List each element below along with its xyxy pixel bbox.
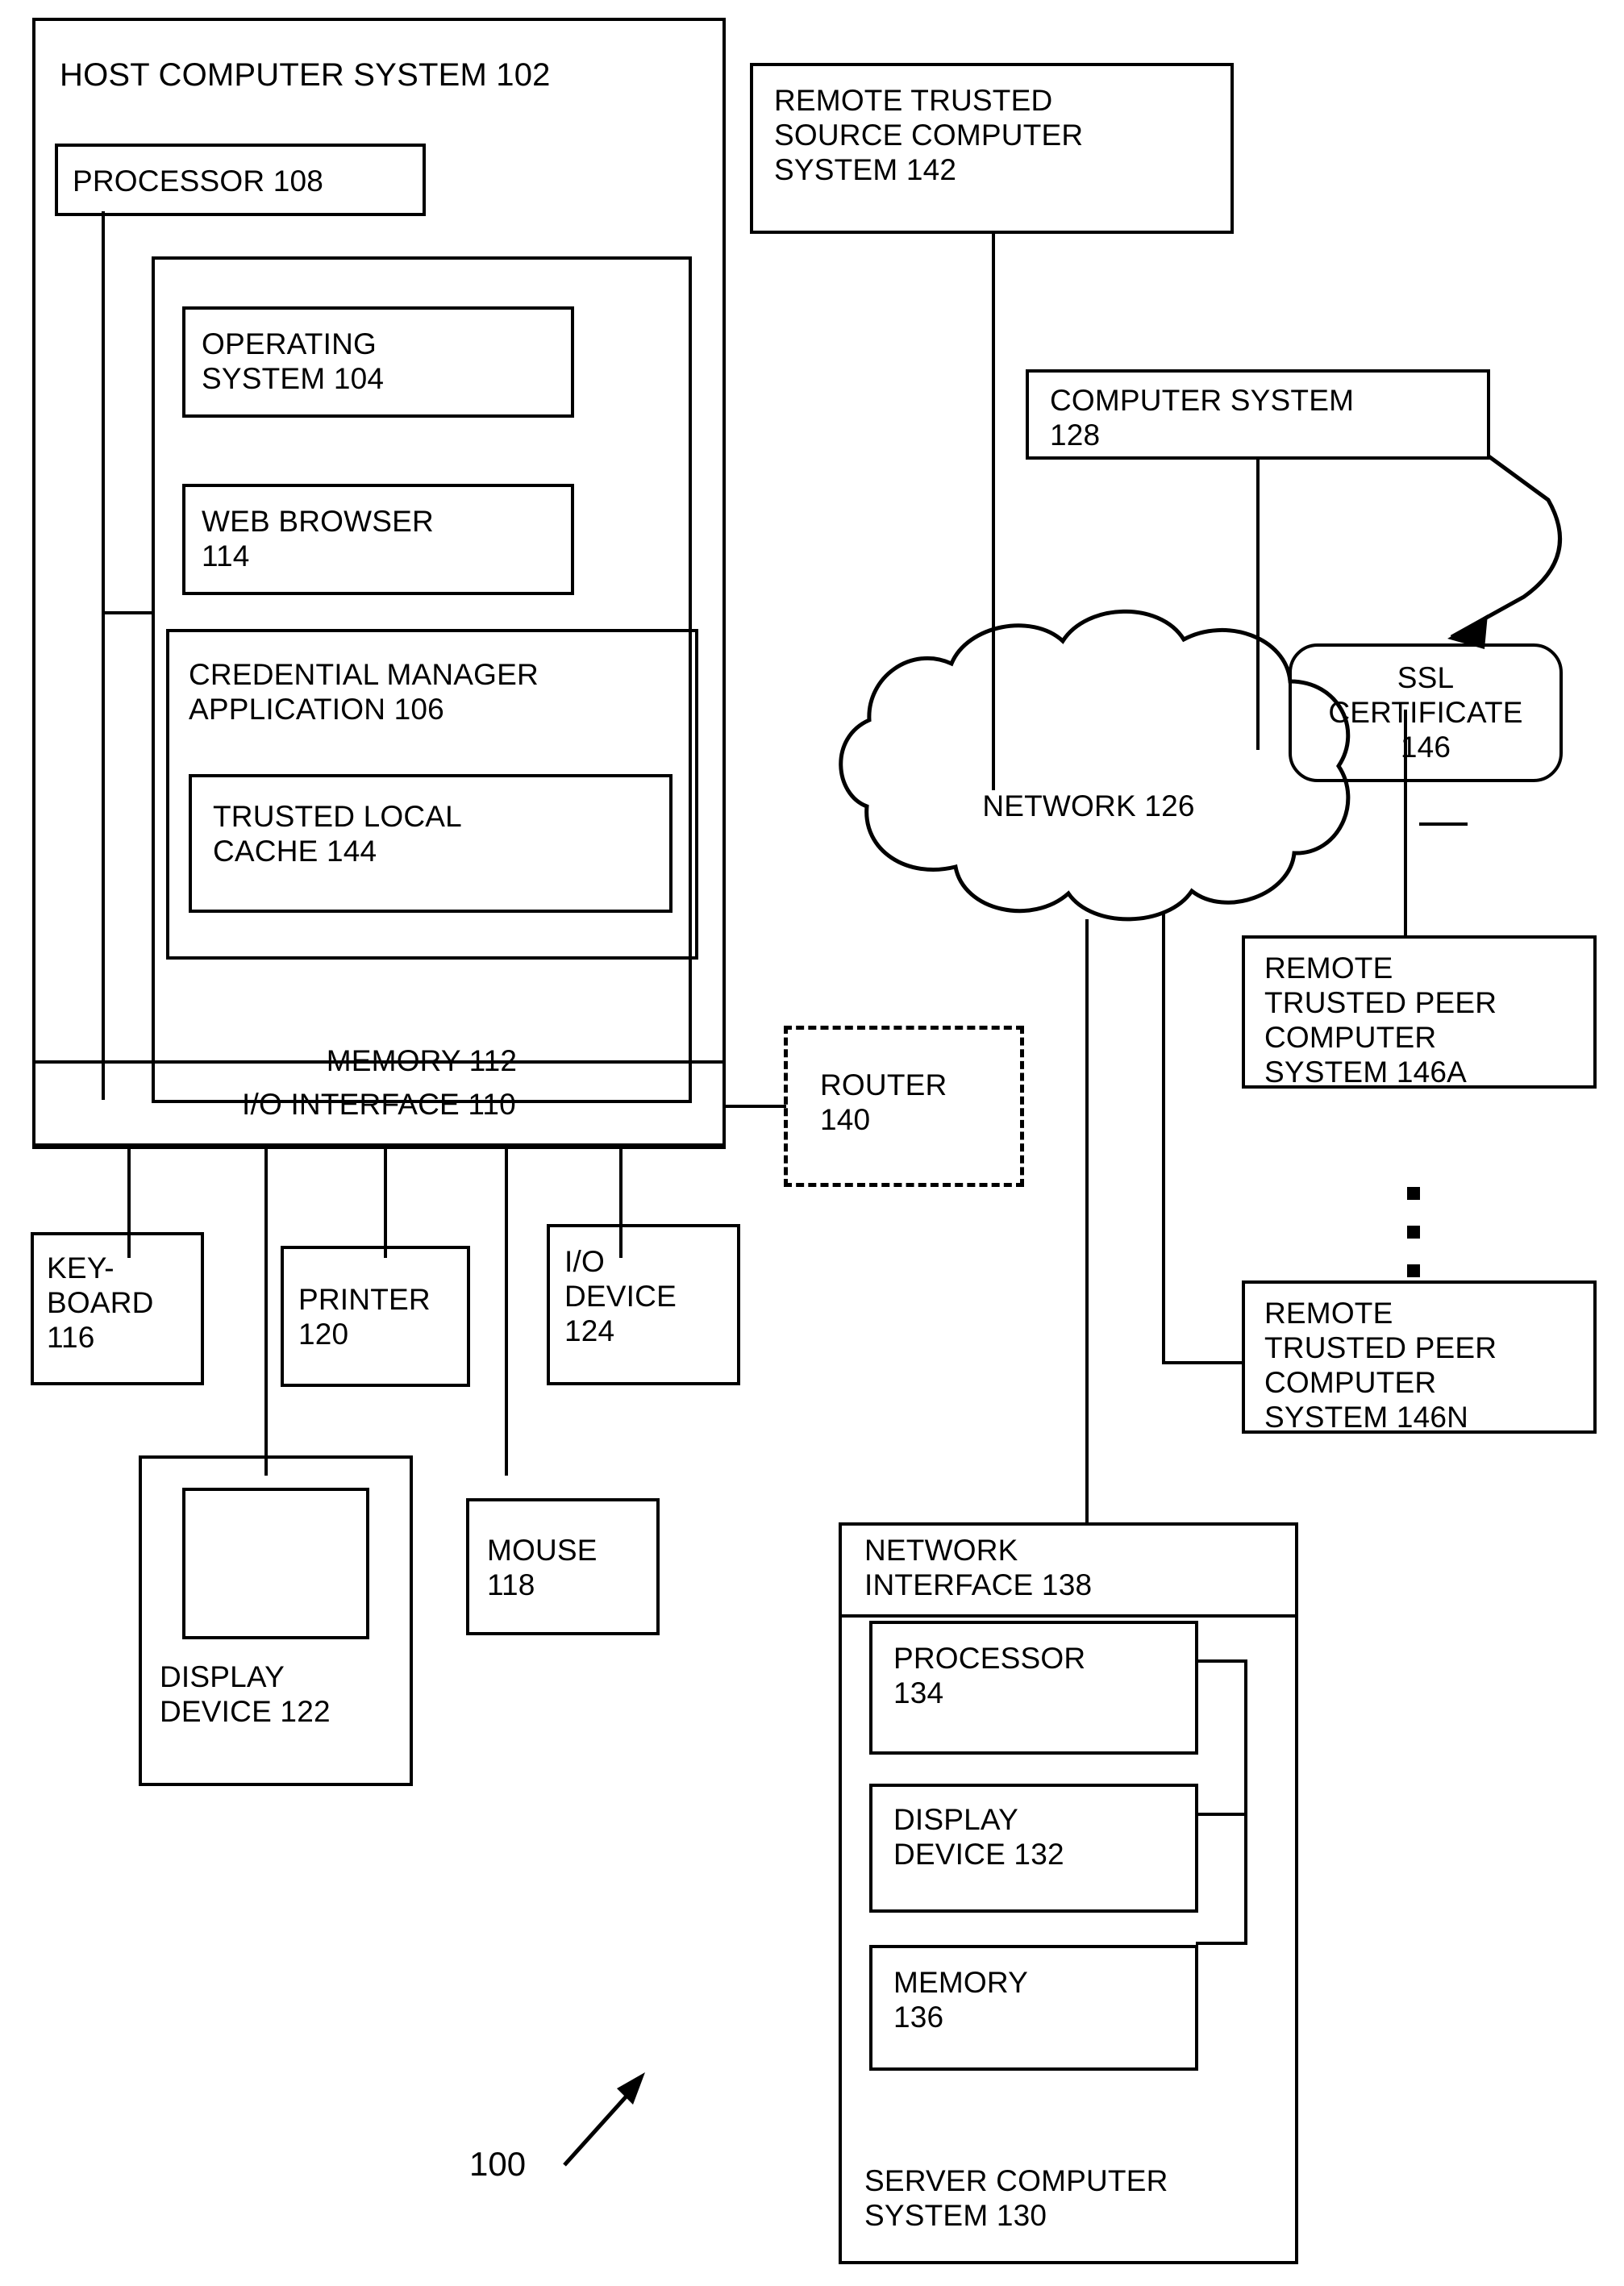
remote-trusted-peer-146a-box[interactable]: REMOTE TRUSTED PEER COMPUTER SYSTEM 146A <box>1242 935 1597 1089</box>
remote-trusted-peer-146n-label: REMOTE TRUSTED PEER COMPUTER SYSTEM 146N <box>1264 1297 1497 1434</box>
network-cloud-label-wrap[interactable]: NETWORK 126 <box>903 786 1274 835</box>
credential-manager-label: CREDENTIAL MANAGER APPLICATION 106 <box>189 658 539 726</box>
host-computer-system-title: HOST COMPUTER SYSTEM 102 <box>60 57 551 93</box>
router-box[interactable]: ROUTER 140 <box>784 1026 1024 1187</box>
vertical-ellipsis-dots <box>1407 1187 1420 1277</box>
ssl-certificate-label: SSL CERTIFICATE 146 <box>1328 661 1523 764</box>
processor-box[interactable]: PROCESSOR 108 <box>55 144 426 216</box>
server-memory-label: MEMORY 136 <box>893 1966 1029 2034</box>
keyboard-label: KEY- BOARD 116 <box>47 1251 154 1354</box>
network-interface-label: NETWORK INTERFACE 138 <box>864 1534 1093 1601</box>
remote-trusted-peer-146a-label: REMOTE TRUSTED PEER COMPUTER SYSTEM 146A <box>1264 951 1497 1089</box>
remote-trusted-source-label: REMOTE TRUSTED SOURCE COMPUTER SYSTEM 14… <box>774 84 1084 186</box>
network-cloud-label: NETWORK 126 <box>982 789 1195 822</box>
server-memory-box[interactable]: MEMORY 136 <box>869 1945 1198 2071</box>
cloud-to-peer-n-line <box>1162 911 1242 1364</box>
io-interface-box[interactable]: I/O INTERFACE 110 <box>32 1060 726 1149</box>
mouse-label: MOUSE 118 <box>487 1534 598 1601</box>
web-browser-box[interactable]: WEB BROWSER 114 <box>182 484 574 595</box>
remote-trusted-source-box[interactable]: REMOTE TRUSTED SOURCE COMPUTER SYSTEM 14… <box>750 63 1234 234</box>
server-display-device-label: DISPLAY DEVICE 132 <box>893 1803 1064 1871</box>
router-label: ROUTER 140 <box>820 1068 947 1136</box>
mouse-box[interactable]: MOUSE 118 <box>466 1498 660 1635</box>
operating-system-label: OPERATING SYSTEM 104 <box>202 327 385 395</box>
display-screen-inner <box>182 1488 369 1639</box>
figure-reference-number: 100 <box>469 2145 527 2183</box>
ssl-certificate-box[interactable]: SSL CERTIFICATE 146 <box>1289 643 1563 782</box>
network-interface-header[interactable]: NETWORK INTERFACE 138 <box>839 1522 1298 1618</box>
computer-system-128-label: COMPUTER SYSTEM 128 <box>1050 384 1355 452</box>
server-processor-label: PROCESSOR 134 <box>893 1642 1086 1709</box>
keyboard-box[interactable]: KEY- BOARD 116 <box>31 1232 204 1385</box>
web-browser-label: WEB BROWSER 114 <box>202 505 434 573</box>
server-computer-system-label: SERVER COMPUTER SYSTEM 130 <box>864 2164 1168 2233</box>
io-device-label: I/O DEVICE 124 <box>564 1245 677 1347</box>
trusted-local-cache-box[interactable]: TRUSTED LOCAL CACHE 144 <box>189 774 673 913</box>
server-display-device-box[interactable]: DISPLAY DEVICE 132 <box>869 1784 1198 1913</box>
trusted-local-cache-label: TRUSTED LOCAL CACHE 144 <box>213 800 462 868</box>
printer-box[interactable]: PRINTER 120 <box>281 1246 470 1387</box>
io-interface-label: I/O INTERFACE 110 <box>242 1088 516 1121</box>
operating-system-box[interactable]: OPERATING SYSTEM 104 <box>182 306 574 418</box>
processor-label: PROCESSOR 108 <box>73 164 324 198</box>
computer-system-128-box[interactable]: COMPUTER SYSTEM 128 <box>1026 369 1490 460</box>
printer-label: PRINTER 120 <box>298 1283 431 1351</box>
network-cloud-shape <box>839 609 1351 922</box>
display-device-label: DISPLAY DEVICE 122 <box>160 1660 331 1728</box>
io-device-box[interactable]: I/O DEVICE 124 <box>547 1224 740 1385</box>
server-processor-box[interactable]: PROCESSOR 134 <box>869 1621 1198 1755</box>
remote-trusted-peer-146n-box[interactable]: REMOTE TRUSTED PEER COMPUTER SYSTEM 146N <box>1242 1280 1597 1434</box>
patent-figure-canvas: HOST COMPUTER SYSTEM 102 PROCESSOR 108 M… <box>0 0 1624 2286</box>
cs128-to-ssl-arrow-curve <box>1450 453 1562 639</box>
